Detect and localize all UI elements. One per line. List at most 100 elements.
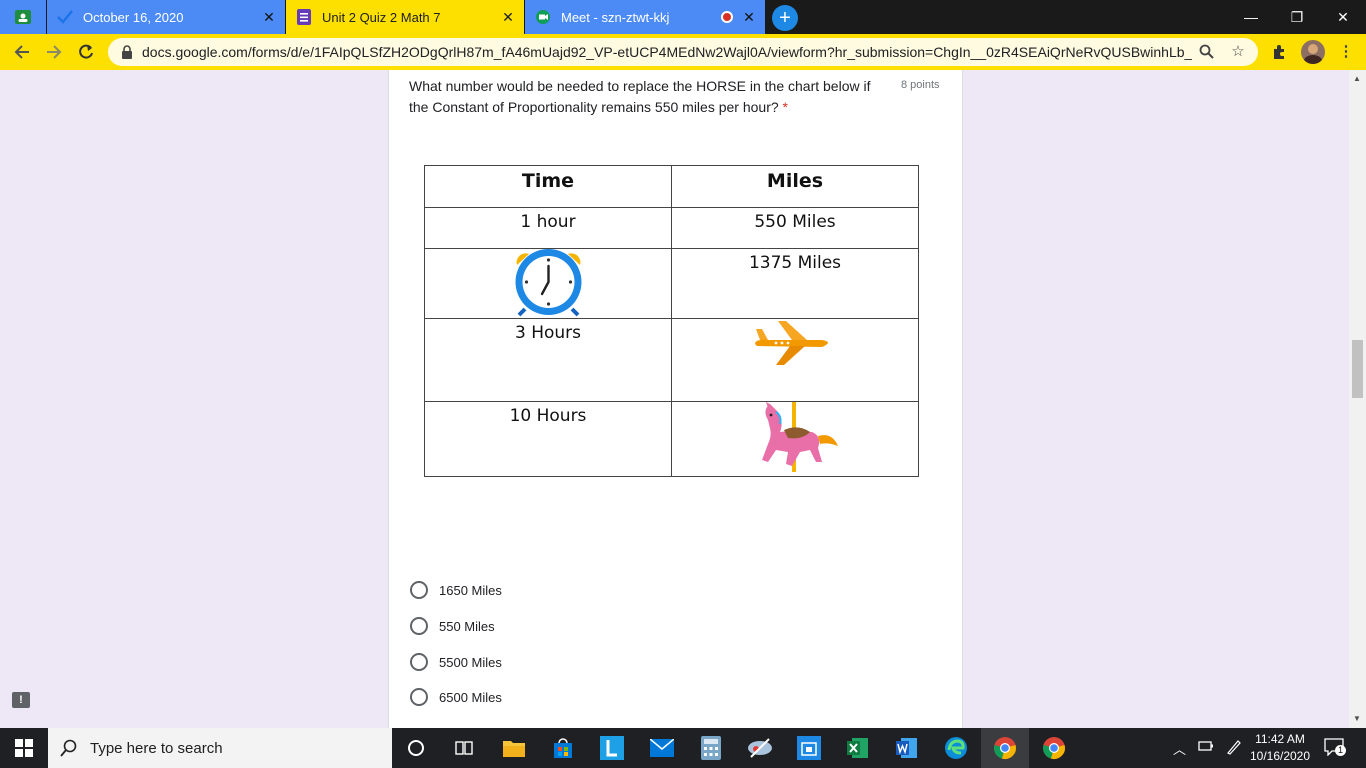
forms-icon xyxy=(296,9,312,25)
header-time: Time xyxy=(424,165,672,208)
close-window-button[interactable]: ✕ xyxy=(1320,0,1366,34)
search-icon xyxy=(60,739,77,757)
pen-icon[interactable] xyxy=(1226,739,1242,758)
lock-icon xyxy=(122,45,132,59)
carousel-horse-icon xyxy=(762,402,838,472)
forward-arrow-icon xyxy=(47,45,62,59)
radio-button[interactable] xyxy=(410,617,428,635)
edge-icon[interactable] xyxy=(942,734,970,762)
airplane-icon xyxy=(755,321,828,365)
scroll-down-arrow-icon[interactable]: ▼ xyxy=(1353,714,1361,723)
table-row: 1375 Miles xyxy=(424,248,919,319)
option-label: 550 Miles xyxy=(439,618,495,634)
question-text: What number would be needed to replace t… xyxy=(409,76,889,118)
radio-button[interactable] xyxy=(410,688,428,706)
option-550[interactable]: 550 Miles xyxy=(410,615,495,637)
alarm-clock-icon xyxy=(515,249,582,317)
reload-button[interactable] xyxy=(72,38,100,66)
close-tab-icon[interactable]: ✕ xyxy=(261,9,277,25)
scroll-thumb[interactable] xyxy=(1352,340,1363,398)
forward-button[interactable] xyxy=(40,38,68,66)
meet-icon xyxy=(535,9,551,25)
calculator-icon[interactable] xyxy=(697,734,725,762)
restore-button[interactable]: ❐ xyxy=(1274,0,1320,34)
calendar-app-icon[interactable] xyxy=(795,734,823,762)
scroll-up-arrow-icon[interactable]: ▲ xyxy=(1353,74,1361,83)
option-5500[interactable]: 5500 Miles xyxy=(410,651,502,673)
radio-button[interactable] xyxy=(410,581,428,599)
reload-icon xyxy=(79,44,93,59)
option-label: 6500 Miles xyxy=(439,689,502,705)
menu-kebab-icon[interactable]: ⋮ xyxy=(1338,44,1354,60)
close-tab-icon[interactable]: ✕ xyxy=(741,9,757,25)
option-label: 5500 Miles xyxy=(439,654,502,670)
word-icon[interactable] xyxy=(893,734,921,762)
tab-meet[interactable]: Meet - szn-ztwt-kkj ✕ xyxy=(525,0,765,34)
profile-tab-icon[interactable] xyxy=(0,0,46,34)
url-text: docs.google.com/forms/d/e/1FAIpQLSfZH2OD… xyxy=(142,44,1192,60)
browser-toolbar: docs.google.com/forms/d/e/1FAIpQLSfZH2OD… xyxy=(0,34,1366,70)
battery-icon[interactable] xyxy=(1198,739,1214,756)
taskbar-search[interactable]: Type here to search xyxy=(48,728,392,768)
option-6500[interactable]: 6500 Miles xyxy=(410,686,502,708)
table-row: 3 Hours xyxy=(424,318,919,402)
minimize-button[interactable]: — xyxy=(1228,0,1274,34)
windows-taskbar: Type here to search ︿ 11:42 AM 10/16/202… xyxy=(0,728,1366,768)
tab-title: Meet - szn-ztwt-kkj xyxy=(561,9,670,25)
clock-date: 10/16/2020 xyxy=(1249,749,1311,763)
store-icon[interactable] xyxy=(549,734,577,762)
classroom-icon xyxy=(15,10,31,24)
required-mark: * xyxy=(782,99,788,115)
windows-logo-icon xyxy=(15,739,33,757)
close-tab-icon[interactable]: ✕ xyxy=(500,9,516,25)
chrome-icon-active[interactable] xyxy=(981,728,1029,768)
clock-time: 11:42 AM xyxy=(1255,732,1305,746)
new-tab-button[interactable]: + xyxy=(772,5,798,31)
file-explorer-icon[interactable] xyxy=(500,734,528,762)
lexia-app-icon[interactable] xyxy=(598,734,626,762)
page-scrollbar[interactable]: ▲ ▼ xyxy=(1349,70,1366,728)
snip-tool-icon[interactable] xyxy=(746,734,774,762)
extensions-icon[interactable] xyxy=(1271,44,1287,60)
cortana-icon[interactable] xyxy=(402,734,430,762)
tab-october[interactable]: October 16, 2020 ✕ xyxy=(47,0,285,34)
option-label: 1650 Miles xyxy=(439,582,502,598)
tab-quiz[interactable]: Unit 2 Quiz 2 Math 7 ✕ xyxy=(286,0,524,34)
time-cell: 1 hour xyxy=(424,207,672,249)
checkmark-icon xyxy=(57,9,73,25)
recording-icon xyxy=(721,11,733,23)
mail-icon[interactable] xyxy=(648,734,676,762)
tray-chevron-up-icon[interactable]: ︿ xyxy=(1173,739,1186,758)
search-placeholder: Type here to search xyxy=(90,739,223,757)
table-row: 1 hour 550 Miles xyxy=(424,207,919,249)
time-cell: 3 Hours xyxy=(424,318,672,402)
system-clock[interactable]: 11:42 AM 10/16/2020 xyxy=(1244,731,1316,765)
points-label: 8 points xyxy=(901,79,940,91)
notification-badge: 1 xyxy=(1335,745,1346,756)
miles-cell: 550 Miles xyxy=(671,207,919,249)
question-label: What number would be needed to replace t… xyxy=(409,78,871,115)
tab-title: Unit 2 Quiz 2 Math 7 xyxy=(322,9,441,25)
task-view-icon[interactable] xyxy=(450,734,478,762)
proportion-table: Time Miles 1 hour 550 Miles 1375 Miles 3… xyxy=(424,165,919,477)
notification-center-icon[interactable]: 1 xyxy=(1324,738,1346,757)
miles-cell: 1375 Miles xyxy=(671,248,919,319)
start-button[interactable] xyxy=(0,728,48,768)
header-miles: Miles xyxy=(671,165,919,208)
back-arrow-icon xyxy=(14,45,29,59)
excel-icon[interactable] xyxy=(844,734,872,762)
question-card: What number would be needed to replace t… xyxy=(388,70,963,728)
bookmark-star-icon[interactable]: ☆ xyxy=(1230,44,1246,60)
back-button[interactable] xyxy=(8,38,36,66)
address-bar[interactable]: docs.google.com/forms/d/e/1FAIpQLSfZH2OD… xyxy=(108,38,1258,66)
option-1650[interactable]: 1650 Miles xyxy=(410,579,502,601)
time-cell xyxy=(424,248,672,319)
report-feedback-icon[interactable]: ! xyxy=(12,692,30,708)
page-content: What number would be needed to replace t… xyxy=(0,70,1366,728)
time-cell: 10 Hours xyxy=(424,401,672,477)
chrome-icon[interactable] xyxy=(1040,734,1068,762)
radio-button[interactable] xyxy=(410,653,428,671)
avatar[interactable] xyxy=(1301,40,1325,64)
zoom-icon[interactable] xyxy=(1198,44,1214,60)
tab-title: October 16, 2020 xyxy=(83,9,184,25)
